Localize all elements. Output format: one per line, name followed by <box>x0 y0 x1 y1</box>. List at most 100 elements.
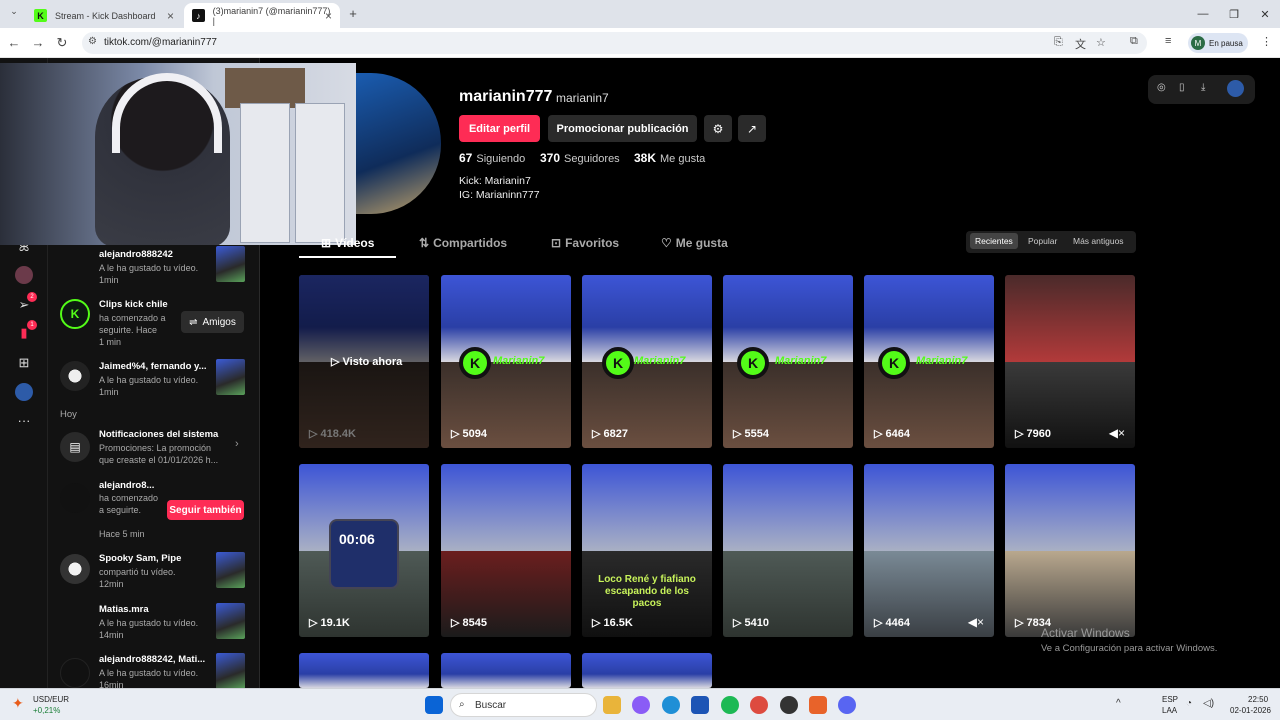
promote-post-button[interactable]: Promocionar publicación <box>548 115 697 142</box>
views-count: 6464 <box>885 428 910 440</box>
video-card[interactable]: K Marianin7 ▷ 5554 <box>723 275 853 448</box>
chevron-up-icon[interactable]: ^ <box>1116 698 1121 709</box>
notification-user: Jaimed%4, fernando y... <box>99 361 207 372</box>
kick-channel-text: Marianin7 <box>634 355 686 367</box>
translate-icon[interactable]: 文 <box>1075 36 1086 52</box>
live-avatar-icon[interactable] <box>15 266 33 284</box>
spotify-icon[interactable] <box>721 696 739 714</box>
weather-widget-icon[interactable]: ✦ <box>12 695 24 712</box>
video-card[interactable] <box>299 653 429 688</box>
muted-icon[interactable]: ◀× <box>1109 426 1125 440</box>
video-card[interactable]: ▷ 7834 <box>1005 464 1135 637</box>
profile-avatar-icon[interactable] <box>15 383 33 401</box>
video-thumbnail[interactable] <box>216 653 245 688</box>
inbox-icon[interactable]: ▮ 1 <box>15 320 37 342</box>
extensions-icon[interactable]: ⧉ <box>1130 35 1138 48</box>
close-icon[interactable]: × <box>167 9 174 23</box>
browser-profile-button[interactable]: M En pausa <box>1188 33 1248 53</box>
tab-videos[interactable]: ⊞ Vídeos <box>321 236 374 250</box>
close-icon[interactable]: × <box>325 9 332 23</box>
tab-tiktok-profile[interactable]: ♪ (3)marianin7 (@marianin777) | × <box>184 3 340 28</box>
install-app-icon[interactable]: ⎘ <box>1054 36 1063 49</box>
clock-time[interactable]: 22:50 <box>1248 695 1268 704</box>
upload-icon[interactable]: ⊞ <box>15 354 33 372</box>
avatar[interactable]: K <box>60 299 90 329</box>
video-card[interactable]: K Marianin7 ▷ 6464 <box>864 275 994 448</box>
menu-icon[interactable]: ⋮ <box>1261 35 1272 48</box>
video-thumbnail[interactable] <box>216 359 245 395</box>
volume-icon[interactable]: ◁) <box>1203 698 1214 709</box>
share-icon[interactable]: ↗ <box>738 115 766 142</box>
obs-icon[interactable] <box>780 696 798 714</box>
video-card[interactable]: 00:06 ▷ 19.1K <box>299 464 429 637</box>
wifi-icon[interactable]: ◔ <box>1186 698 1192 709</box>
avatar[interactable] <box>60 483 90 513</box>
reload-icon[interactable]: ↻ <box>54 35 70 51</box>
following-stat[interactable]: 67 Siguiendo <box>459 151 525 165</box>
new-tab-button[interactable]: + <box>345 6 361 21</box>
discord-icon[interactable] <box>838 696 856 714</box>
video-card[interactable]: ▷ 5410 <box>723 464 853 637</box>
muted-icon[interactable]: ◀× <box>968 615 984 629</box>
video-card[interactable]: K Marianin7 ▷ 5094 <box>441 275 571 448</box>
messages-icon[interactable]: ➢ 2 <box>15 292 37 314</box>
notification-time: 1min <box>99 275 119 285</box>
video-thumbnail[interactable] <box>216 552 245 588</box>
avatar[interactable] <box>60 361 90 391</box>
back-icon[interactable]: ← <box>6 35 22 50</box>
site-info-icon[interactable]: ⚙ <box>88 36 97 47</box>
settings-gear-icon[interactable]: ⚙ <box>704 115 732 142</box>
sort-popular[interactable]: Popular <box>1028 236 1057 246</box>
sort-recent[interactable]: Recientes <box>970 233 1018 249</box>
video-card[interactable] <box>582 653 712 688</box>
followers-stat[interactable]: 370 Seguidores <box>540 151 620 165</box>
maximize-icon[interactable]: ❐ <box>1217 0 1251 28</box>
device-icon[interactable]: ▯ <box>1179 82 1185 93</box>
edit-profile-button[interactable]: Editar perfil <box>459 115 540 142</box>
tab-kick-dashboard[interactable]: K Stream - Kick Dashboard × <box>26 3 182 28</box>
store-icon[interactable] <box>691 696 709 714</box>
account-avatar-icon[interactable] <box>1227 80 1244 97</box>
taskbar-search[interactable]: ⌕ Buscar <box>450 693 597 717</box>
video-card[interactable]: ▷ Visto ahora ▷ 418.4K <box>299 275 429 448</box>
forward-icon[interactable]: → <box>30 35 46 50</box>
video-card[interactable] <box>441 653 571 688</box>
language-code[interactable]: ESP <box>1162 695 1178 704</box>
follow-back-button[interactable]: Seguir también <box>167 500 244 520</box>
video-thumbnail[interactable] <box>216 603 245 639</box>
download-icon[interactable]: ⤓ <box>1201 82 1205 93</box>
tab-liked[interactable]: ♡ Me gusta <box>661 236 728 250</box>
tab-favorites[interactable]: ⊡ Favoritos <box>551 236 619 250</box>
app-icon[interactable] <box>809 696 827 714</box>
keyboard-layout[interactable]: LAA <box>1162 706 1177 715</box>
address-bar[interactable]: ⚙ tiktok.com/@marianin777 ⎘ 文 ☆ <box>82 32 1147 54</box>
sort-oldest[interactable]: Más antiguos <box>1073 236 1124 246</box>
more-icon[interactable]: ··· <box>15 411 33 429</box>
tab-reposts[interactable]: ⇅ Compartidos <box>419 236 507 250</box>
video-card[interactable]: ▷ 4464 ◀× <box>864 464 994 637</box>
edge-icon[interactable] <box>662 696 680 714</box>
copilot-icon[interactable] <box>632 696 650 714</box>
video-thumbnail[interactable] <box>216 246 245 282</box>
chevron-right-icon[interactable]: › <box>235 438 239 450</box>
friends-button[interactable]: ⇌ Amigos <box>181 311 244 333</box>
url-text[interactable]: tiktok.com/@marianin777 <box>104 37 217 48</box>
video-card[interactable]: K Marianin7 ▷ 6827 <box>582 275 712 448</box>
clock-date[interactable]: 02-01-2026 <box>1230 706 1271 715</box>
coins-icon[interactable]: ◎ <box>1157 82 1166 93</box>
media-control-icon[interactable]: ≡ <box>1165 35 1171 47</box>
video-card[interactable]: ▷ 8545 <box>441 464 571 637</box>
chrome-icon[interactable] <box>750 696 768 714</box>
video-card[interactable]: Loco René y fiafiano escapando de los pa… <box>582 464 712 637</box>
windows-start-icon[interactable] <box>425 696 443 714</box>
minimize-icon[interactable]: — <box>1186 0 1220 28</box>
video-card[interactable]: ▷ 7960 ◀× <box>1005 275 1135 448</box>
file-explorer-icon[interactable] <box>603 696 621 714</box>
avatar[interactable] <box>60 658 90 688</box>
avatar[interactable] <box>60 554 90 584</box>
bookmark-star-icon[interactable]: ☆ <box>1096 36 1106 49</box>
notification-text: A le ha gustado tu vídeo. <box>99 668 199 678</box>
notification-time: 12min <box>99 579 124 589</box>
window-close-icon[interactable]: ✕ <box>1248 0 1280 28</box>
tab-search-icon[interactable]: ⌄ <box>6 6 22 17</box>
